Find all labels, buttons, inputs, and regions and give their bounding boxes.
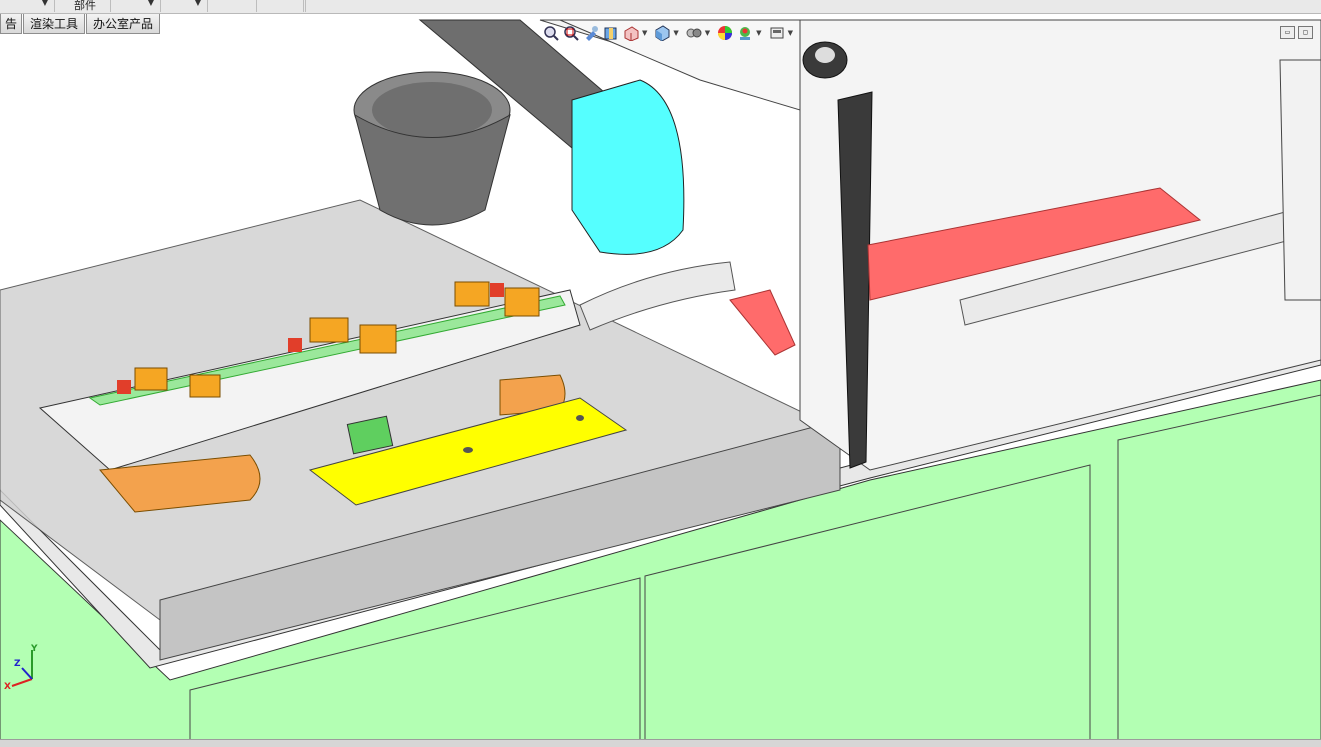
hide-show-items-icon[interactable]	[716, 24, 734, 42]
view-orientation-icon[interactable]	[653, 24, 671, 42]
red-part	[117, 380, 131, 394]
reference-triad: Y Z X	[4, 644, 44, 694]
chevron-down-icon: ▼	[194, 0, 201, 7]
heads-up-view-toolbar: ▼ ▼ ▼ ▼ ▼	[542, 22, 799, 44]
command-manager-strip: ▼ 部件 ▼ ▼	[0, 0, 1321, 14]
red-block	[729, 289, 796, 356]
orange-part	[134, 367, 168, 391]
orange-part	[359, 324, 397, 354]
red-part	[490, 283, 504, 297]
orange-part	[309, 317, 349, 343]
edit-appearance-icon[interactable]	[736, 24, 754, 42]
command-manager-tabs: 告 渲染工具 办公室产品	[0, 14, 161, 35]
triad-x-label: X	[4, 682, 11, 692]
drag-chain	[579, 261, 736, 331]
dropdown-1[interactable]: ▼	[0, 0, 55, 12]
apply-scene-icon[interactable]	[768, 24, 786, 42]
view-link-icon[interactable]: ▢	[1298, 26, 1313, 39]
red-part	[288, 338, 302, 352]
split-view-icon[interactable]: ▭	[1280, 26, 1295, 39]
toolbar-cell[interactable]	[257, 0, 304, 12]
tab-report[interactable]: 告	[0, 14, 23, 34]
cad-viewport[interactable]	[0, 0, 1321, 746]
toolbar-cell[interactable]	[208, 0, 257, 12]
orange-part	[189, 374, 221, 398]
dropdown-4[interactable]: ▼	[161, 0, 208, 12]
zoom-area-icon[interactable]	[562, 24, 580, 42]
tab-office-products[interactable]: 办公室产品	[86, 14, 161, 34]
orange-part	[454, 281, 490, 307]
cyan-cylinder	[571, 79, 685, 255]
dropdown-2-label: 部件	[74, 0, 96, 12]
cabinet-panel	[1117, 394, 1321, 741]
orange-part	[504, 287, 540, 317]
previous-view-icon[interactable]	[582, 24, 600, 42]
display-style-icon[interactable]	[685, 24, 703, 42]
dropdown-3[interactable]: ▼	[111, 0, 161, 12]
chevron-down-icon[interactable]: ▼	[788, 29, 793, 37]
chevron-down-icon: ▼	[147, 0, 154, 7]
chevron-down-icon[interactable]: ▼	[705, 29, 710, 37]
section-view-icon[interactable]	[602, 24, 620, 42]
toolbar-divider	[304, 0, 306, 12]
tab-render-tools[interactable]: 渲染工具	[23, 14, 86, 34]
chevron-down-icon: ▼	[41, 0, 48, 7]
triad-y-label: Y	[31, 644, 38, 654]
dynamic-annotation-icon[interactable]	[622, 24, 640, 42]
chevron-down-icon[interactable]: ▼	[642, 29, 647, 37]
dropdown-2[interactable]: 部件	[55, 0, 111, 12]
chevron-down-icon[interactable]: ▼	[673, 29, 678, 37]
zoom-to-fit-icon[interactable]	[542, 24, 560, 42]
viewport-window-controls: ▭ ▢	[1277, 26, 1313, 39]
chevron-down-icon[interactable]: ▼	[756, 29, 761, 37]
triad-z-label: Z	[14, 659, 21, 669]
right-column	[1279, 59, 1321, 301]
